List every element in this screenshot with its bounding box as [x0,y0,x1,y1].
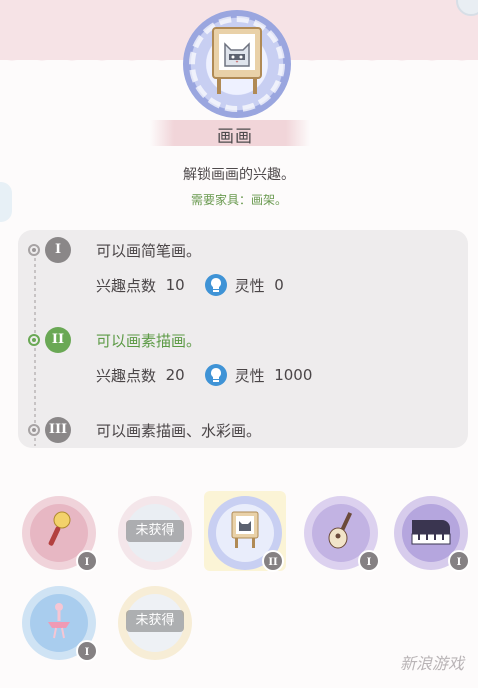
guitar-icon [328,512,353,549]
timeline-dot [28,244,40,256]
hobby-emblem [183,10,291,118]
interest-value: 10 [165,276,185,294]
level-description: 可以画素描画、水彩画。 [96,422,262,440]
piano-icon [411,520,451,545]
spirit-value: 0 [274,276,284,294]
hobby-painting[interactable]: II [208,496,284,572]
level-timeline [34,246,36,446]
hobby-description: 解锁画画的兴趣。 [183,167,295,183]
locked-label: 未获得 [126,520,184,542]
level-badge: I [76,550,98,572]
lightbulb-icon [204,364,227,386]
level-badge: I [448,550,470,572]
interest-label: 兴趣点数 [96,366,157,385]
level-description: 可以画简笔画。 [96,242,202,260]
locked-label: 未获得 [126,610,184,632]
hobby-ballet[interactable]: I [22,586,98,662]
hobby-title: 画画 [217,127,253,147]
level-numeral: I [45,237,71,263]
lightbulb-icon [204,274,227,296]
spirit-label: 灵性 [234,276,265,295]
microphone-icon [48,511,71,546]
level-stats: 兴趣点数 20 灵性 1000 [96,364,312,386]
easel-cat-icon [212,27,262,94]
ballerina-icon [48,603,70,639]
interest-value: 20 [165,366,185,384]
hobby-locked-1[interactable]: 未获得 [118,496,192,570]
hobby-requirement: 需要家具：画架。 [190,193,287,207]
level-badge: I [76,640,98,662]
spirit-label: 灵性 [234,366,265,385]
hobby-singing[interactable]: I [22,496,98,572]
interest-label: 兴趣点数 [96,276,157,295]
watermark-text: 新浪游戏 [399,654,464,673]
level-stats: 兴趣点数 10 灵性 0 [96,274,284,296]
level-numeral: III [45,417,71,443]
hobby-piano[interactable]: I [394,496,470,572]
hobby-guitar[interactable]: I [304,496,380,572]
level-description: 可以画素描画。 [96,332,202,350]
level-badge: II [262,550,284,572]
easel-cat-icon [231,511,259,548]
level-badge: I [358,550,380,572]
timeline-dot [28,334,40,346]
hobby-locked-2[interactable]: 未获得 [118,586,192,660]
levels-panel[interactable]: I 可以画简笔画。 兴趣点数 10 灵性 0 II 可以画素描画。 兴趣点数 2… [18,230,468,448]
level-numeral: II [45,327,71,353]
spirit-value: 1000 [274,366,313,384]
timeline-dot [28,424,40,436]
